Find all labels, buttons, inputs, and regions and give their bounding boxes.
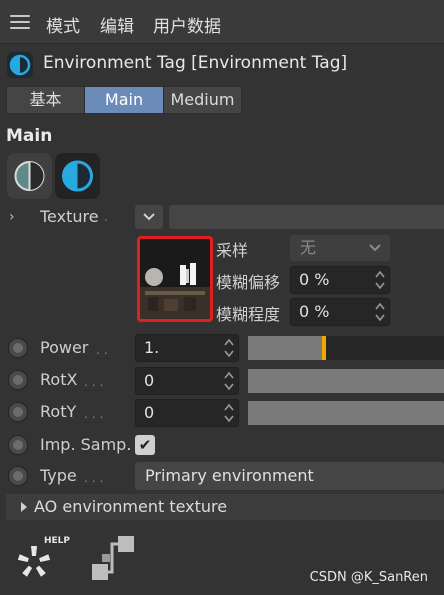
roty-value: 0 — [144, 403, 155, 422]
roty-label: RotY — [40, 402, 77, 421]
tab-basic[interactable]: 基本 — [7, 87, 84, 113]
texture-menu-button[interactable] — [135, 205, 163, 229]
chevron-down-icon — [143, 213, 155, 221]
rotx-label: RotX — [40, 370, 78, 389]
power-slider-fill — [248, 336, 322, 360]
section-title: Main — [6, 126, 53, 146]
roty-slider[interactable] — [248, 401, 444, 425]
label-dots: ... — [84, 407, 108, 421]
power-slider-handle[interactable] — [322, 336, 326, 360]
type-label: Type — [40, 466, 77, 485]
type-animate-radio[interactable] — [8, 466, 28, 486]
chevron-down-icon — [369, 244, 381, 252]
power-field[interactable]: 1. — [135, 334, 239, 362]
watermark-text: CSDN @K_SanRen — [309, 570, 428, 585]
triangle-right-icon[interactable] — [20, 502, 28, 512]
blur-amount-value: 0 % — [299, 302, 330, 321]
texture-expand-chevron-icon[interactable]: › — [9, 209, 15, 225]
rotx-slider[interactable] — [248, 369, 444, 393]
sampling-label: 采样 — [216, 241, 249, 260]
rotx-animate-radio[interactable] — [8, 370, 28, 390]
window-title: Environment Tag [Environment Tag] — [43, 53, 348, 73]
blur-offset-value: 0 % — [299, 270, 330, 289]
octane-help-icon[interactable]: HELP — [12, 534, 76, 586]
hamburger-menu-icon[interactable] — [10, 15, 30, 31]
highlight-annotation-box — [137, 236, 213, 322]
environment-tag-selected-icon[interactable] — [55, 153, 100, 199]
rotx-value: 0 — [144, 371, 155, 390]
spinner-arrows-icon[interactable] — [223, 337, 235, 359]
ao-group-label: AO environment texture — [34, 497, 228, 516]
texture-path-field[interactable] — [169, 205, 444, 229]
svg-text:HELP: HELP — [44, 536, 70, 546]
power-label: Power — [40, 338, 89, 357]
label-dots: . — [104, 210, 112, 224]
tab-main[interactable]: Main — [85, 87, 163, 113]
type-select[interactable]: Primary environment — [135, 462, 444, 490]
environment-tag-icon — [7, 52, 33, 78]
roty-animate-radio[interactable] — [8, 402, 28, 422]
power-slider[interactable] — [248, 336, 444, 360]
roty-field[interactable]: 0 — [135, 399, 239, 427]
rotx-field[interactable]: 0 — [135, 367, 239, 395]
imp-samp-animate-radio[interactable] — [8, 435, 28, 455]
environment-mode-icon[interactable] — [7, 153, 52, 199]
blur-amount-label: 模糊程度 — [216, 305, 281, 324]
menu-mode[interactable]: 模式 — [46, 12, 80, 37]
tab-medium[interactable]: Medium — [164, 87, 241, 113]
menu-edit[interactable]: 编辑 — [100, 12, 134, 37]
blur-offset-field[interactable]: 0 % — [290, 266, 390, 294]
label-dots: ... — [84, 471, 108, 485]
imp-samp-label: Imp. Samp. — [40, 435, 132, 454]
blur-amount-field[interactable]: 0 % — [290, 298, 390, 326]
sampling-select[interactable]: 无 — [290, 235, 390, 261]
spinner-arrows-icon[interactable] — [223, 402, 235, 424]
spinner-arrows-icon[interactable] — [223, 370, 235, 392]
imp-samp-checkbox[interactable]: ✔ — [135, 435, 155, 455]
label-dots: .. — [96, 343, 112, 357]
texture-label: Texture — [40, 207, 99, 226]
spinner-arrows-icon[interactable] — [374, 269, 386, 291]
power-value: 1. — [144, 338, 160, 357]
sampling-value: 无 — [300, 238, 317, 257]
menu-user-data[interactable]: 用户数据 — [153, 12, 221, 37]
power-animate-radio[interactable] — [8, 338, 28, 358]
type-value: Primary environment — [145, 466, 314, 485]
label-dots: ... — [84, 375, 108, 389]
node-editor-icon[interactable] — [90, 534, 140, 584]
spinner-arrows-icon[interactable] — [374, 301, 386, 323]
blur-offset-label: 模糊偏移 — [216, 273, 281, 292]
